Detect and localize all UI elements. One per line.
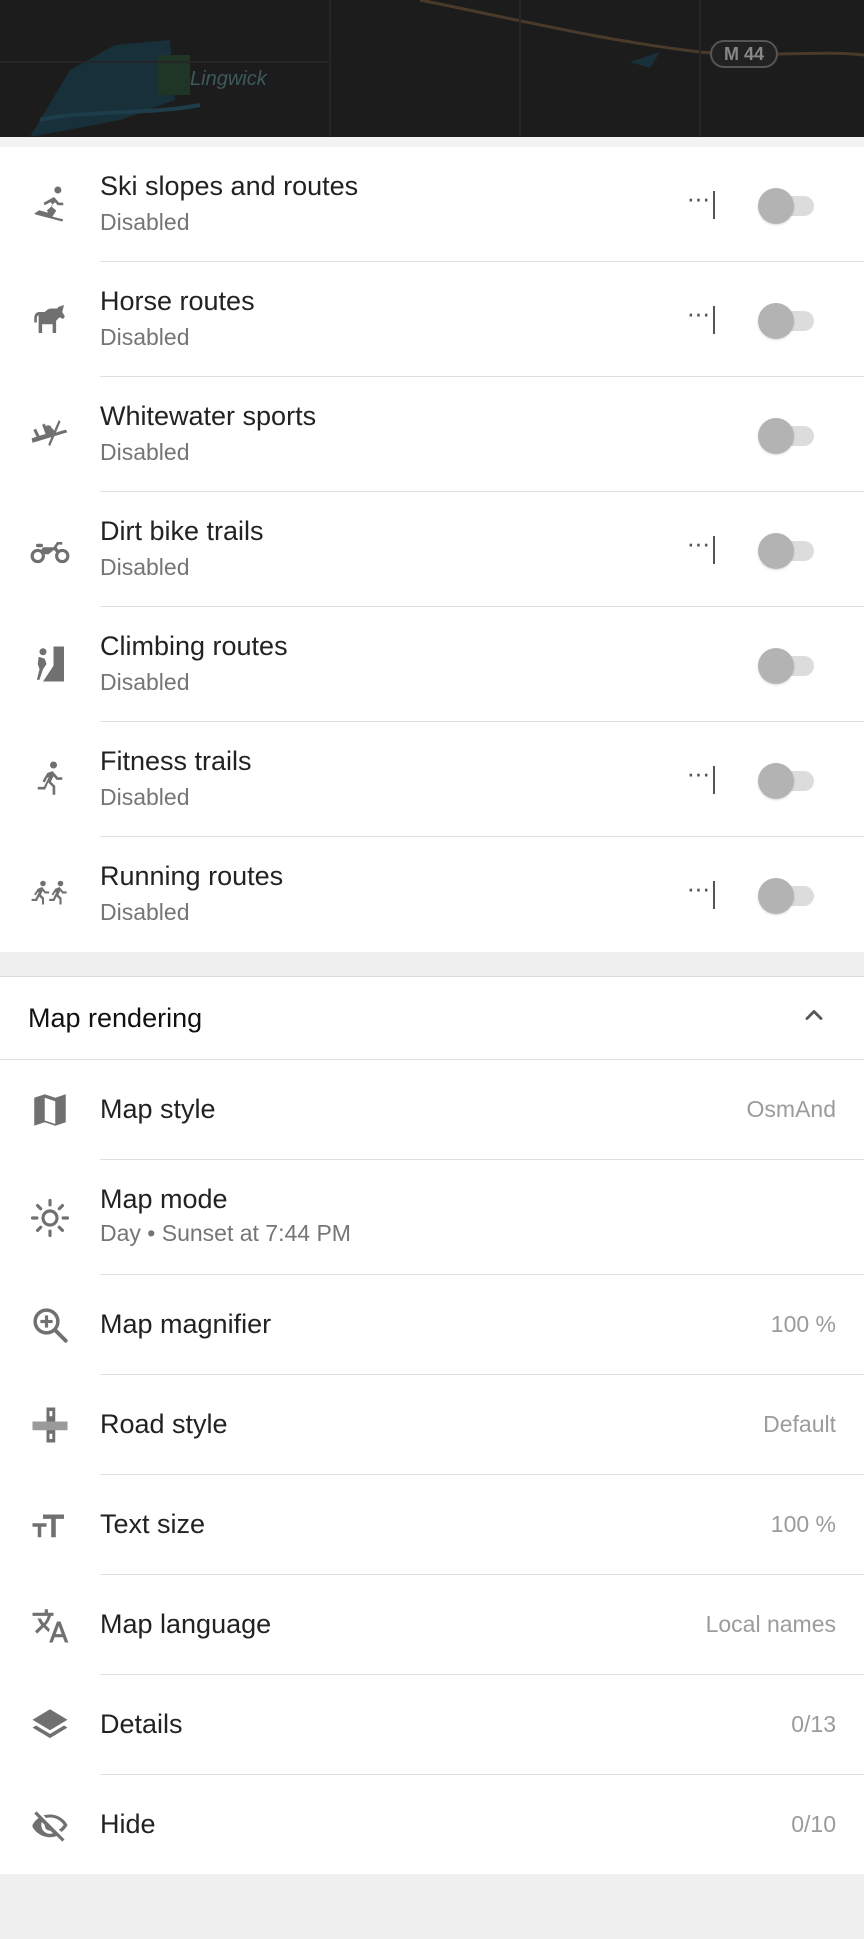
running-group-icon — [26, 870, 74, 918]
map-rendering-section: Map rendering Map style OsmAnd Day • Sunse… — [0, 976, 864, 1875]
setting-value: 0/13 — [791, 1711, 836, 1737]
route-badge: M 44 — [710, 40, 779, 68]
kayak-icon — [26, 410, 74, 458]
setting-row[interactable]: Hide 0/10 — [0, 1775, 864, 1875]
more-options-icon[interactable]: ··· — [680, 300, 716, 338]
layer-row[interactable]: Running routes Disabled ··· — [0, 837, 864, 952]
map-preview[interactable]: Lingwick M 44 — [0, 0, 864, 137]
dirt-bike-icon — [26, 525, 74, 573]
setting-title: Hide — [100, 1809, 156, 1839]
toggle-thumb — [758, 303, 794, 339]
setting-row[interactable]: Map language Local names — [0, 1575, 864, 1675]
divider — [713, 191, 715, 219]
setting-value: OsmAnd — [746, 1096, 836, 1122]
setting-value: 100 % — [770, 1311, 836, 1337]
layer-status: Disabled — [100, 669, 190, 695]
layer-row[interactable]: Climbing routes Disabled — [0, 607, 864, 722]
layer-status: Disabled — [100, 554, 190, 580]
setting-row[interactable]: Map magnifier 100 % — [0, 1275, 864, 1375]
skier-icon — [26, 180, 74, 228]
layer-title: Running routes — [100, 861, 284, 891]
setting-value: 0/10 — [791, 1811, 836, 1837]
sun-icon — [26, 1194, 74, 1242]
layer-title: Fitness trails — [100, 746, 252, 776]
layer-status: Disabled — [100, 439, 190, 465]
toggle-thumb — [758, 533, 794, 569]
layer-toggle[interactable] — [758, 418, 816, 454]
setting-row[interactable]: Day • Sunset at 7:44 PM Map mode — [0, 1160, 864, 1275]
layer-toggle[interactable] — [758, 533, 816, 569]
toggle-thumb — [758, 878, 794, 914]
layer-title: Climbing routes — [100, 631, 288, 661]
layer-title: Ski slopes and routes — [100, 171, 359, 201]
layer-title: Horse routes — [100, 286, 255, 316]
layer-status: Disabled — [100, 784, 190, 810]
toggle-thumb — [758, 763, 794, 799]
setting-title: Text size — [100, 1509, 206, 1539]
divider — [713, 536, 715, 564]
setting-title: Details — [100, 1709, 183, 1739]
setting-title: Map style — [100, 1094, 216, 1124]
translate-icon — [26, 1601, 74, 1649]
setting-value: Local names — [705, 1611, 836, 1637]
more-options-icon[interactable]: ··· — [680, 760, 716, 798]
layer-row[interactable]: Horse routes Disabled ··· — [0, 262, 864, 377]
runner-icon — [26, 755, 74, 803]
zoom-in-icon — [26, 1301, 74, 1349]
layer-row[interactable]: Fitness trails Disabled ··· — [0, 722, 864, 837]
text-size-icon — [26, 1501, 74, 1549]
toggle-thumb — [758, 648, 794, 684]
map-rendering-header[interactable]: Map rendering — [0, 977, 864, 1060]
layer-row[interactable]: Dirt bike trails Disabled ··· — [0, 492, 864, 607]
layer-title: Dirt bike trails — [100, 516, 264, 546]
setting-value: 100 % — [770, 1511, 836, 1537]
chevron-up-icon[interactable] — [800, 1001, 828, 1029]
layer-status: Disabled — [100, 899, 190, 925]
more-options-icon[interactable]: ··· — [680, 530, 716, 568]
setting-row[interactable]: Map style OsmAnd — [0, 1060, 864, 1160]
routes-layers-list: Ski slopes and routes Disabled ··· Horse ro… — [0, 137, 864, 952]
map-icon — [26, 1086, 74, 1134]
layer-row[interactable]: Whitewater sports Disabled — [0, 377, 864, 492]
setting-row[interactable]: Road style Default — [0, 1375, 864, 1475]
more-options-icon[interactable]: ··· — [680, 185, 716, 223]
section-title: Map rendering — [28, 1003, 203, 1033]
map-town-label: Lingwick — [190, 68, 267, 90]
setting-title: Map language — [100, 1609, 272, 1639]
eye-off-icon — [26, 1801, 74, 1849]
road-icon — [26, 1401, 74, 1449]
toggle-thumb — [758, 418, 794, 454]
map-background — [0, 0, 864, 137]
bottom-spacer — [0, 1874, 864, 1939]
setting-title: Map magnifier — [100, 1309, 272, 1339]
horse-icon — [26, 295, 74, 343]
more-options-icon[interactable]: ··· — [680, 875, 716, 913]
layers-icon — [26, 1701, 74, 1749]
layer-row[interactable]: Ski slopes and routes Disabled ··· — [0, 147, 864, 262]
setting-subtitle: Day • Sunset at 7:44 PM — [100, 1220, 351, 1246]
layer-toggle[interactable] — [758, 188, 816, 224]
divider — [713, 766, 715, 794]
layer-toggle[interactable] — [758, 303, 816, 339]
divider — [713, 306, 715, 334]
divider — [713, 881, 715, 909]
setting-row[interactable]: Text size 100 % — [0, 1475, 864, 1575]
setting-value: Default — [763, 1411, 836, 1437]
toggle-thumb — [758, 188, 794, 224]
layer-status: Disabled — [100, 324, 190, 350]
layer-toggle[interactable] — [758, 648, 816, 684]
climbing-icon — [26, 640, 74, 688]
setting-title: Map mode — [100, 1184, 228, 1214]
setting-title: Road style — [100, 1409, 228, 1439]
layer-status: Disabled — [100, 209, 190, 235]
layer-toggle[interactable] — [758, 878, 816, 914]
layer-toggle[interactable] — [758, 763, 816, 799]
setting-row[interactable]: Details 0/13 — [0, 1675, 864, 1775]
layer-title: Whitewater sports — [100, 401, 317, 431]
